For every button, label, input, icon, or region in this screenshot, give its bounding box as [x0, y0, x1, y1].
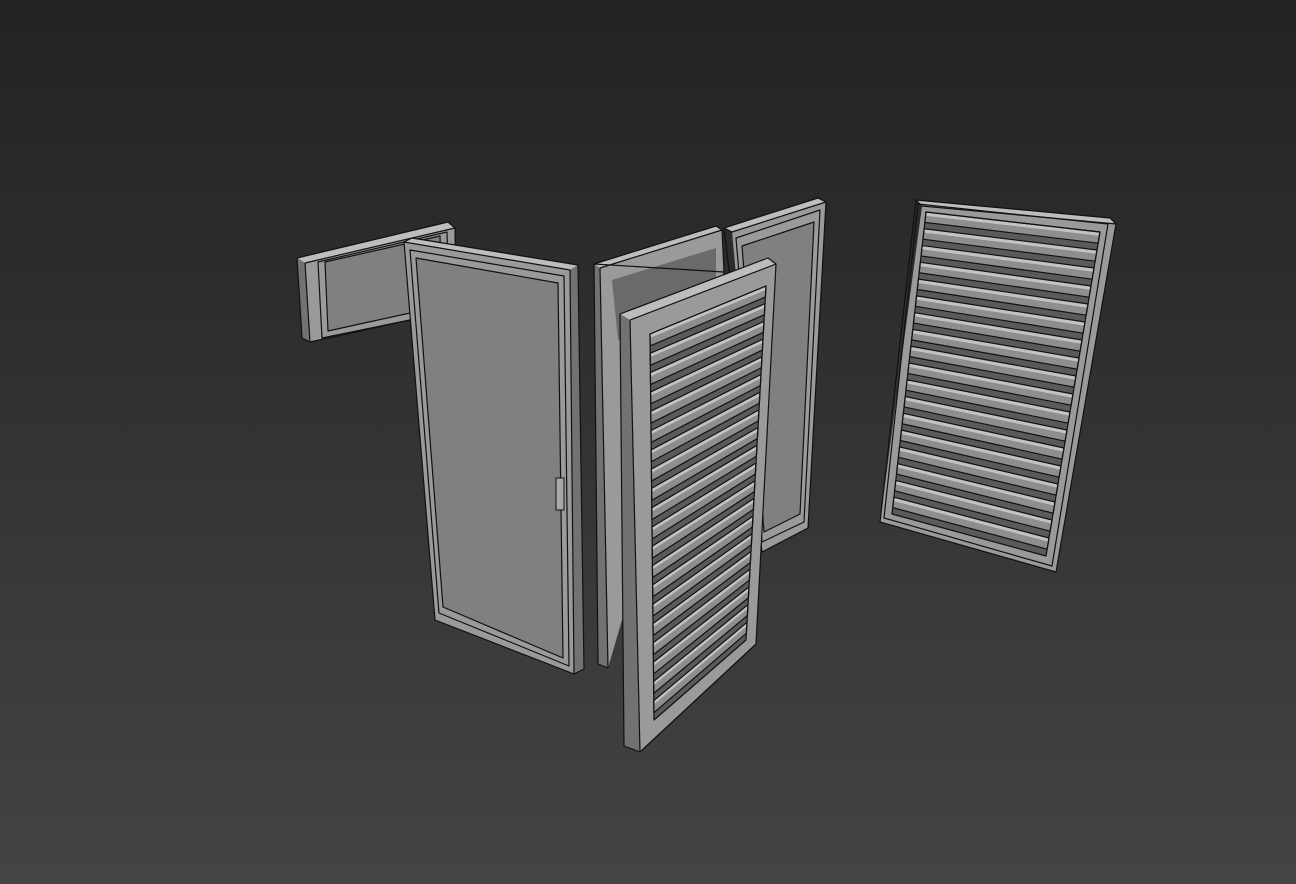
glazed-door [403, 237, 585, 675]
3d-viewport[interactable] [0, 0, 1296, 884]
scene-render [296, 197, 1117, 753]
louvered-shutter-front [619, 257, 777, 753]
louvered-shutter-right [879, 199, 1117, 573]
